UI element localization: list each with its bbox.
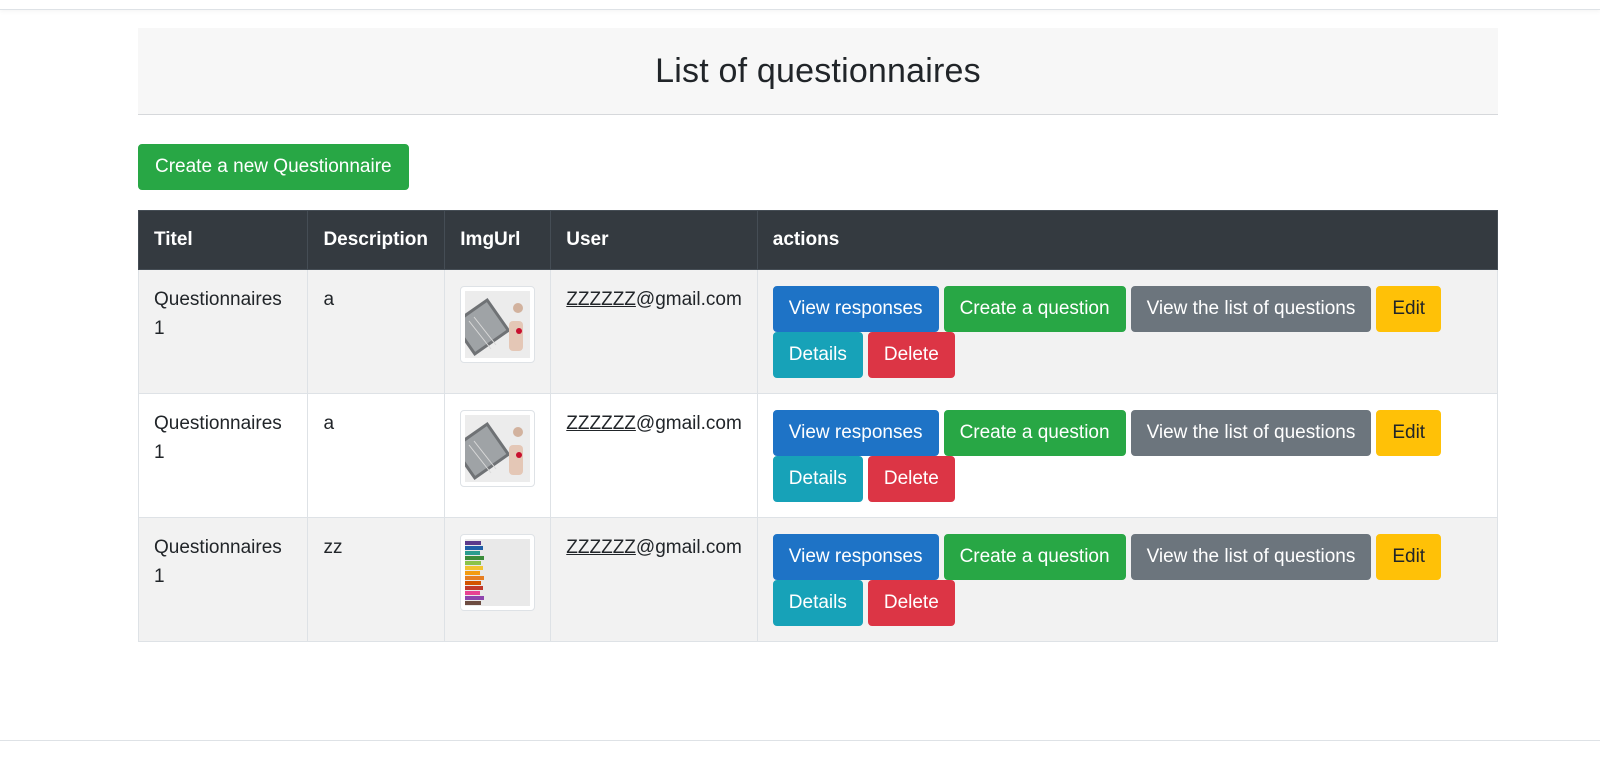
- details-button[interactable]: Details: [772, 332, 863, 378]
- cell-actions: View responses Create a question View the …: [756, 517, 1499, 642]
- table-header-row: Titel Description ImgUrl User actions: [137, 210, 1499, 270]
- view-questions-button[interactable]: View the list of questions: [1130, 286, 1372, 332]
- user-name: ZZZZZZ: [566, 537, 636, 558]
- user-name: ZZZZZZ: [566, 413, 636, 434]
- cell-actions: View responses Create a question View the …: [756, 393, 1499, 518]
- table-row: Questionnaires 1 a ZZZZZZ@gmail.com View…: [137, 393, 1499, 518]
- cell-image: [444, 517, 552, 642]
- cell-user: ZZZZZZ@gmail.com: [550, 269, 758, 394]
- page-title: List of questionnaires: [655, 51, 981, 90]
- user-domain: @gmail.com: [635, 537, 742, 558]
- cell-description: a: [307, 393, 446, 518]
- column-header-user: User: [550, 210, 758, 270]
- cell-title: Questionnaires 1: [137, 269, 309, 394]
- table-row: Questionnaires 1 a ZZZZZZ@gmail.com View…: [137, 269, 1499, 394]
- create-question-button[interactable]: Create a question: [943, 534, 1126, 580]
- cell-title: Questionnaires 1: [137, 517, 309, 642]
- details-button[interactable]: Details: [772, 456, 863, 502]
- edit-button[interactable]: Edit: [1376, 534, 1442, 580]
- delete-button[interactable]: Delete: [867, 580, 955, 626]
- delete-button[interactable]: Delete: [867, 456, 955, 502]
- view-responses-button[interactable]: View responses: [772, 286, 939, 332]
- laptop-desk-image: [465, 291, 531, 358]
- details-button[interactable]: Details: [772, 580, 863, 626]
- colored-pencils-image: [465, 539, 531, 606]
- view-questions-button[interactable]: View the list of questions: [1130, 410, 1372, 456]
- action-buttons: View responses Create a question View the …: [772, 286, 1463, 378]
- column-header-imgurl: ImgUrl: [444, 210, 552, 270]
- user-domain: @gmail.com: [635, 413, 742, 434]
- delete-button[interactable]: Delete: [867, 332, 955, 378]
- user-name: ZZZZZZ: [566, 289, 636, 310]
- cell-user: ZZZZZZ@gmail.com: [550, 393, 758, 518]
- colored-pencils-thumbnail: [460, 534, 536, 611]
- edit-button[interactable]: Edit: [1376, 410, 1442, 456]
- cell-title: Questionnaires 1: [137, 393, 309, 518]
- column-header-description: Description: [307, 210, 446, 270]
- column-header-titel: Titel: [137, 210, 309, 270]
- top-navbar-edge: [0, 0, 1600, 10]
- column-header-actions: actions: [756, 210, 1499, 270]
- cell-user: ZZZZZZ@gmail.com: [550, 517, 758, 642]
- laptop-desk-image: [465, 415, 531, 482]
- view-responses-button[interactable]: View responses: [772, 410, 939, 456]
- questionnaires-table: Titel Description ImgUrl User actions Qu…: [137, 210, 1499, 642]
- cell-image: [444, 269, 552, 394]
- edit-button[interactable]: Edit: [1376, 286, 1442, 332]
- table-row: Questionnaires 1 zz ZZZZZZ@gmail.com Vie…: [137, 517, 1499, 642]
- create-questionnaire-button[interactable]: Create a new Questionnaire: [138, 144, 409, 190]
- create-question-button[interactable]: Create a question: [943, 410, 1126, 456]
- laptop-desk-thumbnail: [460, 286, 536, 363]
- cell-description: a: [307, 269, 446, 394]
- view-responses-button[interactable]: View responses: [772, 534, 939, 580]
- cell-actions: View responses Create a question View the …: [756, 269, 1499, 394]
- main-container: List of questionnaires Create a new Ques…: [137, 28, 1499, 642]
- user-domain: @gmail.com: [635, 289, 742, 310]
- action-buttons: View responses Create a question View the …: [772, 410, 1463, 502]
- cell-image: [444, 393, 552, 518]
- create-question-button[interactable]: Create a question: [943, 286, 1126, 332]
- footer-divider: [0, 740, 1600, 741]
- view-questions-button[interactable]: View the list of questions: [1130, 534, 1372, 580]
- action-buttons: View responses Create a question View the …: [772, 534, 1463, 626]
- laptop-desk-thumbnail: [460, 410, 536, 487]
- cell-description: zz: [307, 517, 446, 642]
- page-header: List of questionnaires: [138, 28, 1498, 115]
